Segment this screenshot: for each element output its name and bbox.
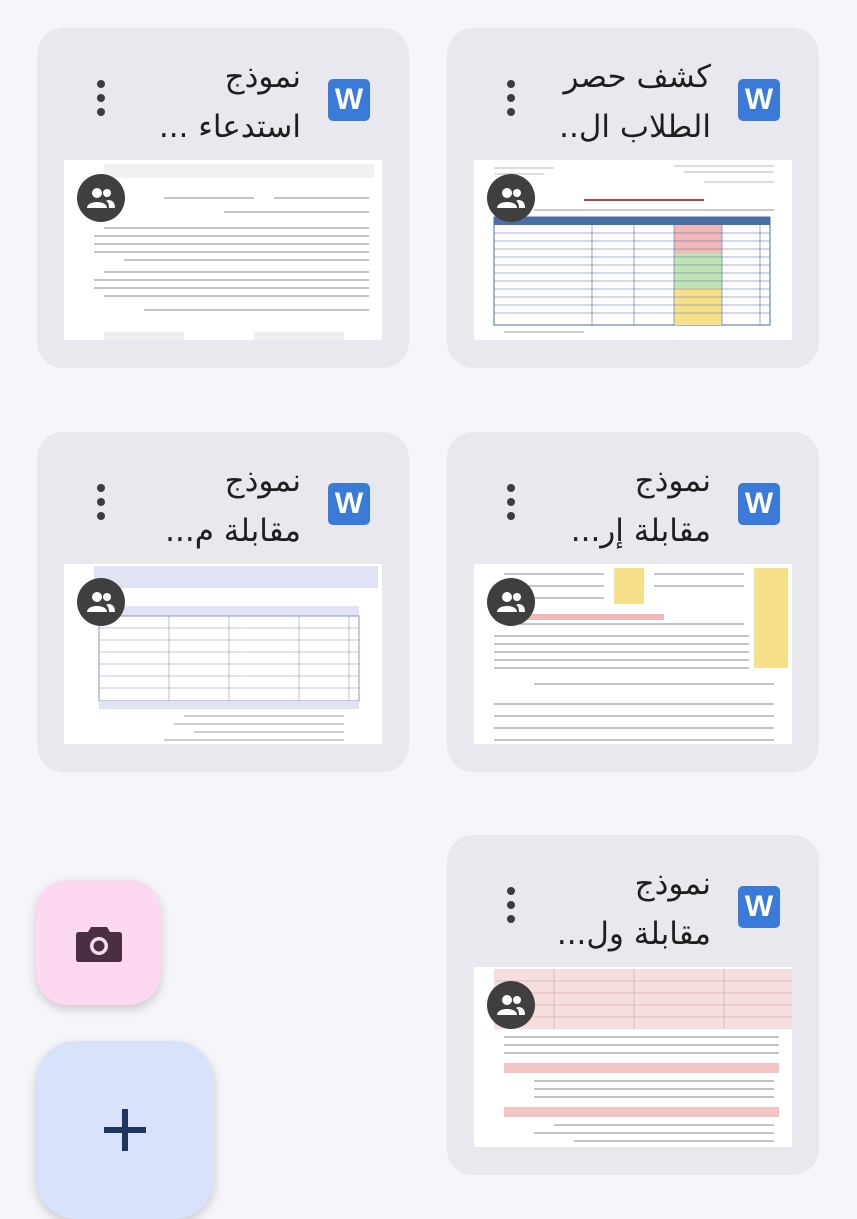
word-file-icon: W: [328, 79, 370, 121]
more-options-button[interactable]: [487, 74, 535, 122]
people-icon: [487, 578, 535, 626]
more-options-button[interactable]: [487, 478, 535, 526]
people-icon: [487, 174, 535, 222]
people-icon: [77, 174, 125, 222]
file-thumbnail[interactable]: [474, 160, 792, 340]
file-card[interactable]: نموذج مقابلة إر... W: [447, 432, 819, 772]
word-file-icon: W: [738, 483, 780, 525]
file-title: نموذج استدعاء ...: [158, 59, 301, 145]
camera-icon: [75, 926, 122, 962]
file-title: نموذج مقابلة إر...: [570, 463, 711, 549]
file-card[interactable]: نموذج استدعاء ... W: [37, 28, 409, 368]
file-thumbnail[interactable]: [64, 564, 382, 744]
people-icon: [487, 981, 535, 1029]
more-options-button[interactable]: [77, 74, 125, 122]
add-new-button[interactable]: [36, 1041, 214, 1219]
camera-scan-button[interactable]: [36, 880, 161, 1005]
more-options-button[interactable]: [487, 881, 535, 929]
file-title: نموذج مقابلة م...: [165, 463, 301, 549]
plus-icon: [104, 1109, 146, 1151]
file-title: نموذج مقابلة ول...: [556, 866, 711, 952]
more-options-button[interactable]: [77, 478, 125, 526]
file-thumbnail[interactable]: [64, 160, 382, 340]
file-thumbnail[interactable]: [474, 564, 792, 744]
word-file-icon: W: [738, 79, 780, 121]
file-thumbnail[interactable]: [474, 967, 792, 1147]
people-icon: [77, 578, 125, 626]
word-file-icon: W: [328, 483, 370, 525]
file-title: كشف حصر الطلاب ال..: [559, 59, 711, 145]
file-card[interactable]: كشف حصر الطلاب ال.. W: [447, 28, 819, 368]
file-card[interactable]: نموذج مقابلة م... W: [37, 432, 409, 772]
word-file-icon: W: [738, 886, 780, 928]
file-card[interactable]: نموذج مقابلة ول... W: [447, 835, 819, 1175]
